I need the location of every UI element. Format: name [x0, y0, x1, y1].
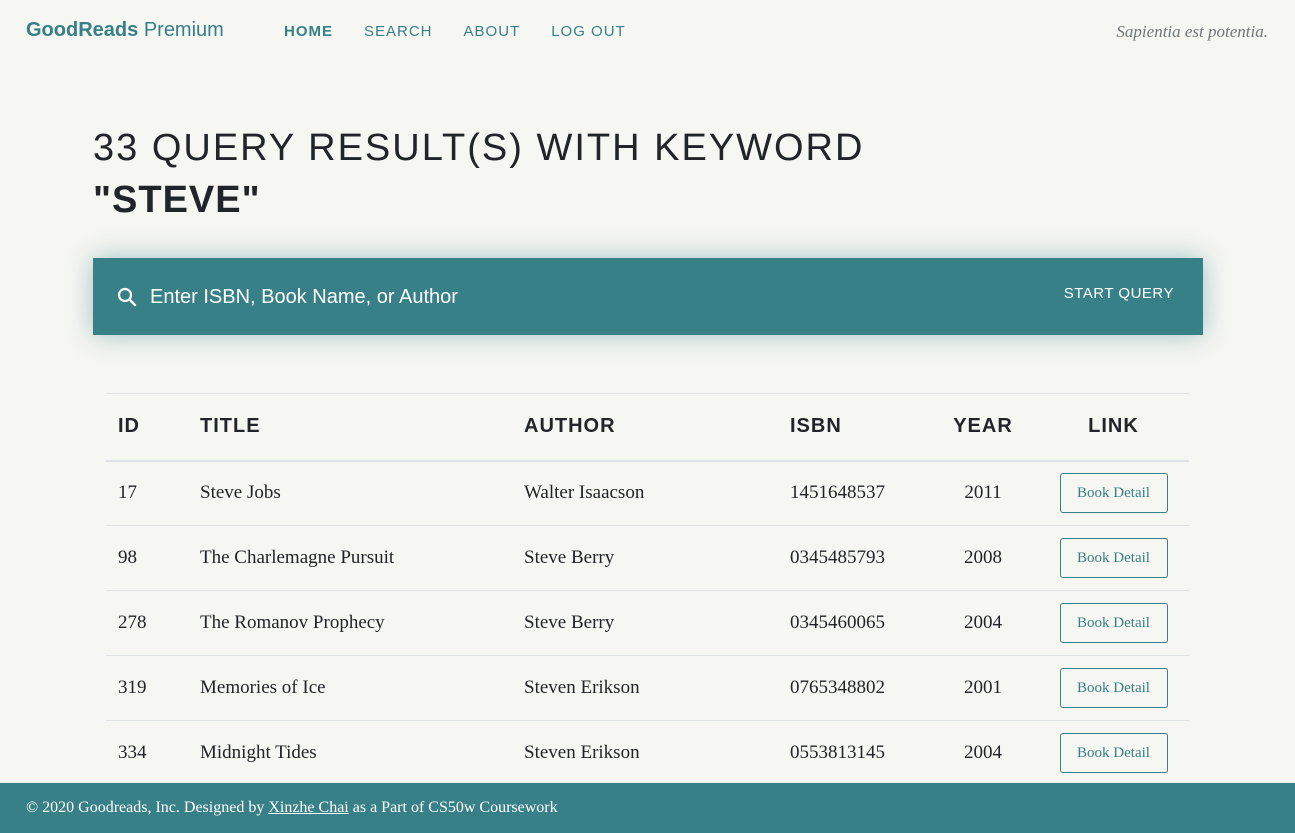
search-input[interactable]	[150, 278, 930, 316]
brand-name: GoodReads	[26, 19, 139, 41]
footer-suffix: as a Part of CS50w Coursework	[352, 799, 558, 816]
column-header-link: LINK	[1038, 393, 1189, 462]
nav-links: HOME SEARCH ABOUT LOG OUT	[284, 23, 657, 40]
nav-home-link[interactable]: HOME	[284, 23, 333, 40]
column-header-year: YEAR	[928, 393, 1038, 462]
cell-year: 2004	[928, 720, 1038, 786]
cell-author: Steven Erikson	[512, 720, 778, 786]
cell-id: 278	[106, 590, 188, 656]
site-motto: Sapientia est potentia.	[1116, 22, 1268, 41]
cell-link: Book Detail	[1038, 720, 1189, 786]
nav-about-link[interactable]: ABOUT	[464, 23, 521, 40]
search-keyword: "STEVE"	[93, 179, 261, 221]
footer: © 2020 Goodreads, Inc. Designed by Xinzh…	[0, 783, 1295, 833]
table-body: 17 Steve Jobs Walter Isaacson 1451648537…	[106, 460, 1189, 786]
footer-copyright: © 2020 Goodreads, Inc. Designed by	[26, 799, 265, 816]
cell-isbn: 1451648537	[778, 460, 928, 526]
cell-isbn: 0765348802	[778, 655, 928, 721]
cell-title: The Charlemagne Pursuit	[188, 525, 512, 591]
navbar: GoodReads Premium HOME SEARCH ABOUT LOG …	[0, 0, 1295, 64]
table-header: ID TITLE AUTHOR ISBN YEAR LINK	[106, 393, 1189, 462]
cell-link: Book Detail	[1038, 590, 1189, 656]
column-header-id: ID	[106, 393, 188, 462]
cell-year: 2008	[928, 525, 1038, 591]
search-icon	[117, 287, 137, 307]
cell-id: 319	[106, 655, 188, 721]
cell-isbn: 0553813145	[778, 720, 928, 786]
brand-logo[interactable]: GoodReads Premium	[26, 19, 224, 42]
cell-isbn: 0345460065	[778, 590, 928, 656]
cell-year: 2011	[928, 460, 1038, 526]
nav-search-link[interactable]: SEARCH	[364, 23, 433, 40]
cell-year: 2001	[928, 655, 1038, 721]
start-query-button[interactable]: START QUERY	[1064, 285, 1174, 302]
cell-year: 2004	[928, 590, 1038, 656]
book-detail-button[interactable]: Book Detail	[1059, 668, 1168, 708]
cell-title: Memories of Ice	[188, 655, 512, 721]
cell-author: Steven Erikson	[512, 655, 778, 721]
cell-link: Book Detail	[1038, 525, 1189, 591]
search-form: START QUERY	[93, 258, 1203, 335]
book-detail-button[interactable]: Book Detail	[1059, 733, 1168, 773]
cell-isbn: 0345485793	[778, 525, 928, 591]
cell-author: Walter Isaacson	[512, 460, 778, 526]
brand-tier: Premium	[143, 19, 224, 41]
book-detail-button[interactable]: Book Detail	[1059, 538, 1168, 578]
table-header-row: ID TITLE AUTHOR ISBN YEAR LINK	[106, 393, 1189, 462]
cell-link: Book Detail	[1038, 460, 1189, 526]
results-table: ID TITLE AUTHOR ISBN YEAR LINK 17 Steve …	[106, 393, 1189, 786]
table-row: 334 Midnight Tides Steven Erikson 055381…	[106, 720, 1189, 786]
cell-link: Book Detail	[1038, 655, 1189, 721]
cell-title: The Romanov Prophecy	[188, 590, 512, 656]
cell-title: Steve Jobs	[188, 460, 512, 526]
book-detail-button[interactable]: Book Detail	[1059, 473, 1168, 514]
book-detail-button[interactable]: Book Detail	[1059, 603, 1168, 643]
cell-author: Steve Berry	[512, 590, 778, 656]
cell-id: 334	[106, 720, 188, 786]
table-row: 278 The Romanov Prophecy Steve Berry 034…	[106, 590, 1189, 656]
column-header-title: TITLE	[188, 393, 512, 462]
column-header-author: AUTHOR	[512, 393, 778, 462]
results-count-text: 33 QUERY RESULT(S) WITH KEYWORD	[93, 127, 865, 169]
cell-id: 98	[106, 525, 188, 591]
cell-title: Midnight Tides	[188, 720, 512, 786]
table-row: 17 Steve Jobs Walter Isaacson 1451648537…	[106, 460, 1189, 526]
table-row: 319 Memories of Ice Steven Erikson 07653…	[106, 655, 1189, 721]
cell-id: 17	[106, 460, 188, 526]
footer-author-link[interactable]: Xinzhe Chai	[268, 799, 348, 816]
page-title: 33 QUERY RESULT(S) WITH KEYWORD "STEVE"	[93, 122, 893, 226]
cell-author: Steve Berry	[512, 525, 778, 591]
column-header-isbn: ISBN	[778, 393, 928, 462]
table-row: 98 The Charlemagne Pursuit Steve Berry 0…	[106, 525, 1189, 591]
nav-logout-link[interactable]: LOG OUT	[551, 23, 626, 40]
